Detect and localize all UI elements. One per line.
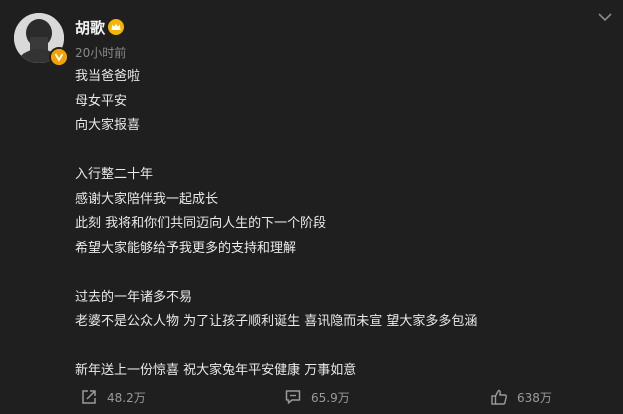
- verified-badge-icon: [49, 47, 69, 67]
- post-line-blank: [75, 335, 605, 360]
- share-count: 48.2万: [107, 390, 146, 405]
- thumbs-up-icon: [491, 389, 507, 405]
- share-button[interactable]: 48.2万: [80, 383, 146, 411]
- post-content: 我当爸爸啦 母女平安 向大家报喜 入行整二十年 感谢大家陪伴我一起成长 此刻 我…: [75, 65, 605, 384]
- weibo-post-card: 胡歌 20小时前 我当爸爸啦 母女平安 向大家报喜 入行整二十年 感谢大家陪伴我…: [0, 0, 623, 414]
- post-line: 新年送上一份惊喜 祝大家兔年平安健康 万事如意: [75, 363, 357, 378]
- post-line: 老婆不是公众人物 为了让孩子顺利诞生 喜讯隐而未宣 望大家多多包涵: [75, 314, 478, 329]
- action-bar: 48.2万 65.9万 638万: [0, 383, 623, 411]
- post-line: 感谢大家陪伴我一起成长: [75, 191, 219, 207]
- comment-icon: [285, 390, 301, 404]
- post-line: 母女平安: [75, 93, 128, 109]
- like-button[interactable]: 638万: [490, 383, 552, 411]
- comment-count: 65.9万: [311, 390, 350, 405]
- comment-button[interactable]: 65.9万: [284, 383, 350, 411]
- post-timestamp[interactable]: 20小时前: [75, 44, 126, 61]
- post-line-blank: [75, 261, 605, 286]
- post-line: 向大家报喜: [75, 118, 141, 133]
- post-line: 希望大家能够给予我更多的支持和理解: [75, 240, 297, 256]
- post-line: 我当爸爸啦: [75, 69, 141, 84]
- post-line: 此刻 我将和你们共同迈向人生的下一个阶段: [75, 216, 327, 231]
- share-icon: [82, 390, 96, 404]
- post-line: 过去的一年诸多不易: [75, 289, 193, 305]
- post-line-blank: [75, 139, 605, 164]
- author-name[interactable]: 胡歌: [75, 17, 105, 38]
- post-line: 入行整二十年: [75, 167, 154, 182]
- chevron-down-icon[interactable]: [596, 10, 614, 24]
- like-count: 638万: [517, 390, 552, 405]
- vip-crown-icon: [108, 19, 124, 35]
